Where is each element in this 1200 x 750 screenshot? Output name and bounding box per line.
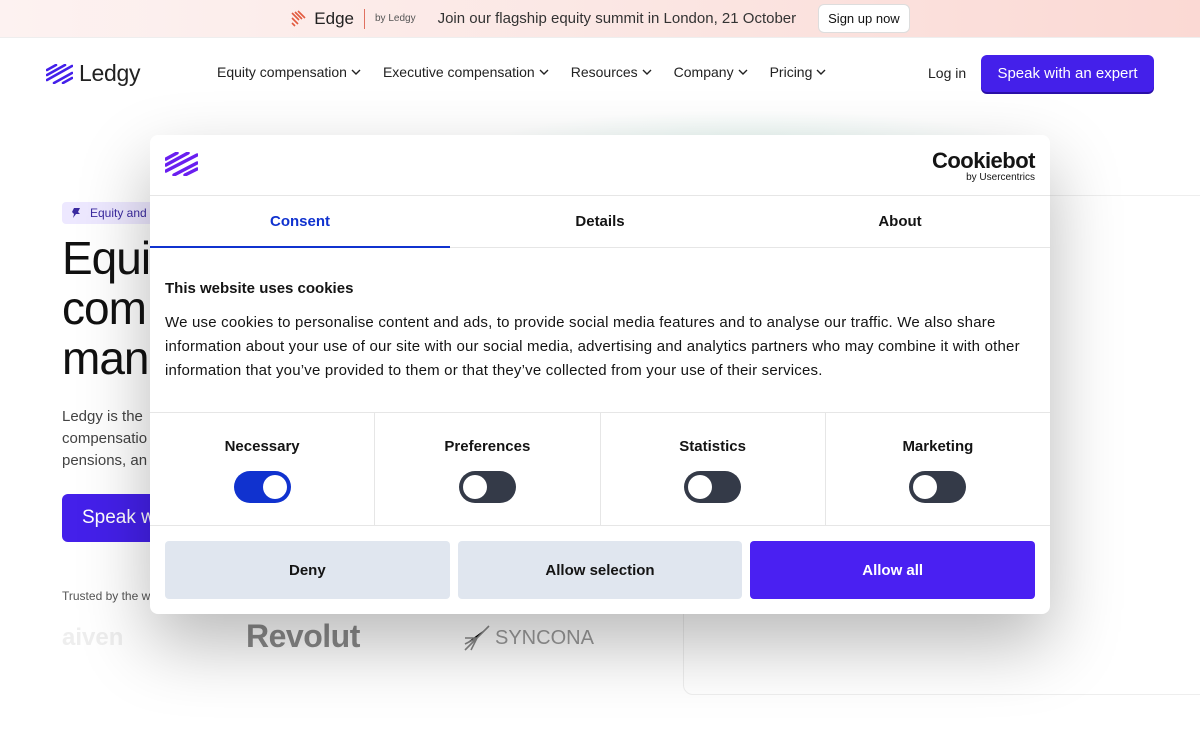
hero-badge-label: Equity and xyxy=(90,206,147,220)
switch-knob xyxy=(913,475,938,499)
chevron-down-icon xyxy=(642,69,652,75)
chevron-down-icon xyxy=(738,69,748,75)
hero-title: Equi com man xyxy=(62,232,151,384)
dialog-text: We use cookies to personalise content an… xyxy=(165,314,1020,379)
sign-up-button[interactable]: Sign up now xyxy=(818,4,910,33)
toggle-marketing: Marketing xyxy=(826,413,1050,525)
brand-logo-aiven: aiven xyxy=(62,624,123,652)
brand-name: Revolut xyxy=(246,618,360,654)
nav-item-label: Resources xyxy=(570,64,638,80)
brand-name: aiven xyxy=(62,624,124,651)
toggle-statistics: Statistics xyxy=(601,413,826,525)
toggle-label: Necessary xyxy=(224,438,300,455)
marketing-switch[interactable] xyxy=(909,471,967,503)
allow-selection-button[interactable]: Allow selection xyxy=(457,541,743,599)
tab-about[interactable]: About xyxy=(750,196,1050,247)
ledgy-mark-icon xyxy=(46,63,73,84)
cookiebot-logo[interactable]: Cookiebot by Usercentrics xyxy=(931,148,1036,183)
edge-logo[interactable]: Edge by Ledgy xyxy=(290,8,416,29)
tab-details[interactable]: Details xyxy=(450,196,750,247)
dialog-actions: Deny Allow selection Allow all xyxy=(150,526,1050,614)
chevron-down-icon xyxy=(816,69,826,75)
nav-item-pricing[interactable]: Pricing xyxy=(770,64,827,80)
chevron-down-icon xyxy=(351,69,361,75)
nav-item-label: Pricing xyxy=(769,64,813,80)
ledgy-mark-icon xyxy=(165,152,198,176)
ledgy-logo[interactable]: Ledgy xyxy=(46,60,140,87)
logo-wordmark: Ledgy xyxy=(79,60,141,86)
brand-logo-revolut: Revolut xyxy=(246,618,360,655)
necessary-switch[interactable] xyxy=(233,471,291,503)
dialog-header: Cookiebot by Usercentrics xyxy=(150,135,1050,196)
cookie-consent-dialog: Cookiebot by Usercentrics Consent Detail… xyxy=(150,135,1050,614)
toggle-label: Statistics xyxy=(679,438,746,455)
chevron-down-icon xyxy=(539,69,549,75)
hero-title-line: man xyxy=(62,332,149,384)
edge-mark-icon xyxy=(291,9,306,27)
cookiebot-name: Cookiebot xyxy=(931,148,1036,173)
nav-item-equity-compensation[interactable]: Equity compensation xyxy=(217,64,361,80)
syncona-mark-icon xyxy=(464,625,490,651)
brand-name: SYNCONA xyxy=(495,626,594,649)
toggle-label: Marketing xyxy=(902,438,974,455)
nav-item-label: Executive compensation xyxy=(382,64,535,80)
dialog-tabs: Consent Details About xyxy=(150,196,1050,248)
toggle-label: Preferences xyxy=(444,438,531,455)
preferences-switch[interactable] xyxy=(458,471,516,503)
switch-knob xyxy=(688,475,713,499)
nav-item-label: Equity compensation xyxy=(217,64,347,80)
toggle-necessary: Necessary xyxy=(150,413,376,525)
nav-menu: Equity compensation Executive compensati… xyxy=(217,64,848,80)
cookiebot-by: by Usercentrics xyxy=(966,172,1035,183)
switch-knob xyxy=(462,475,487,499)
brand-logo-syncona: SYNCONA xyxy=(463,624,594,652)
login-link[interactable]: Log in xyxy=(928,65,966,81)
deny-button[interactable]: Deny xyxy=(165,541,450,599)
toggle-preferences: Preferences xyxy=(375,413,601,525)
pin-icon xyxy=(72,208,80,218)
tab-consent[interactable]: Consent xyxy=(150,196,450,248)
dialog-body: This website uses cookies We use cookies… xyxy=(150,248,1050,413)
hero-title-line: com xyxy=(62,282,147,334)
dialog-heading: This website uses cookies xyxy=(165,280,354,297)
consent-toggles: Necessary Preferences Statistics Marketi… xyxy=(150,413,1050,526)
nav-item-company[interactable]: Company xyxy=(674,64,748,80)
main-nav: Ledgy Equity compensation Executive comp… xyxy=(0,39,1200,109)
edge-divider xyxy=(364,8,365,29)
edge-by-label: by Ledgy xyxy=(375,13,416,24)
nav-item-label: Company xyxy=(673,64,734,80)
edge-word: Edge xyxy=(314,8,354,28)
trusted-by-label: Trusted by the w xyxy=(62,589,151,603)
nav-item-resources[interactable]: Resources xyxy=(571,64,652,80)
announcement-banner: Edge by Ledgy Join our flagship equity s… xyxy=(0,0,1200,38)
speak-with-expert-button[interactable]: Speak with an expert xyxy=(981,55,1154,92)
hero-title-line: Equi xyxy=(62,232,151,284)
allow-all-button[interactable]: Allow all xyxy=(750,541,1036,599)
nav-item-executive-compensation[interactable]: Executive compensation xyxy=(383,64,549,80)
hero-badge: Equity and xyxy=(62,202,157,224)
switch-knob xyxy=(262,475,287,499)
banner-text: Join our flagship equity summit in Londo… xyxy=(437,10,797,27)
statistics-switch[interactable] xyxy=(684,471,742,503)
